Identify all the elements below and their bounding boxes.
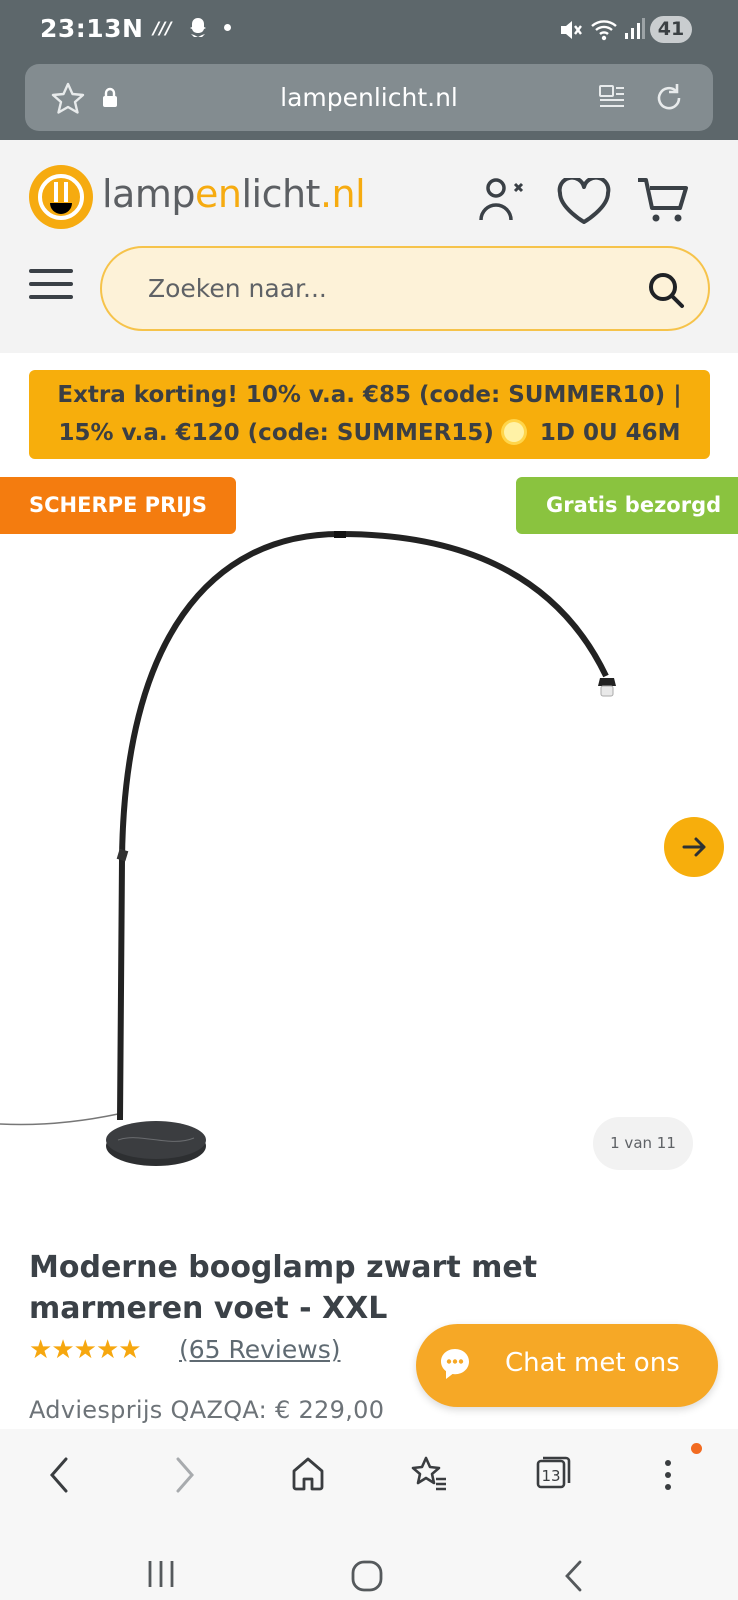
browser-address-bar: lampenlicht.nl xyxy=(0,60,738,140)
badge-free-delivery: Gratis bezorgd xyxy=(516,477,738,534)
shopping-cart-icon[interactable] xyxy=(636,176,690,228)
site-logo-text[interactable]: lampenlicht.nl xyxy=(102,172,366,216)
snapchat-icon xyxy=(186,16,210,44)
sun-icon xyxy=(503,422,524,442)
chat-label: Chat met ons xyxy=(505,1348,680,1378)
wave-notification-icon: /// xyxy=(153,19,172,39)
system-nav-bar xyxy=(0,1529,738,1600)
promo-line-2: 15% v.a. €120 (code: SUMMER15) 1D 0U 46M xyxy=(58,420,681,446)
chat-button[interactable]: Chat met ons xyxy=(416,1324,718,1407)
bookmarks-icon[interactable] xyxy=(410,1455,450,1495)
status-bar: 23:13 N /// 41 xyxy=(0,0,738,60)
status-time: 23:13 xyxy=(40,14,123,43)
home-icon[interactable] xyxy=(290,1455,326,1495)
menu-hamburger-icon[interactable] xyxy=(29,268,73,304)
product-title: Moderne booglamp zwart met marmeren voet… xyxy=(29,1250,538,1326)
more-menu-icon[interactable] xyxy=(660,1455,676,1499)
promo-line-1: Extra korting! 10% v.a. €85 (code: SUMME… xyxy=(57,382,682,408)
promo-banner[interactable]: Extra korting! 10% v.a. €85 (code: SUMME… xyxy=(29,370,710,459)
search-icon[interactable] xyxy=(646,270,686,314)
home-button-icon[interactable] xyxy=(350,1559,384,1597)
reload-icon[interactable] xyxy=(653,82,685,118)
gallery-counter: 1 van 11 xyxy=(593,1117,693,1170)
star-icon: ★ xyxy=(29,1335,53,1365)
promo-countdown: 1D 0U 46M xyxy=(539,420,681,446)
netflix-notification-icon: N xyxy=(122,14,143,43)
reader-mode-icon[interactable] xyxy=(597,82,627,116)
reviews-link[interactable]: (65 Reviews) xyxy=(179,1335,341,1364)
notification-dot-icon xyxy=(224,24,231,31)
url-field[interactable]: lampenlicht.nl xyxy=(25,64,713,131)
wishlist-heart-icon[interactable] xyxy=(556,175,612,230)
search-placeholder: Zoeken naar... xyxy=(148,274,327,303)
svg-text:13: 13 xyxy=(541,1467,560,1485)
lampenlicht-logo-icon[interactable] xyxy=(29,165,93,233)
account-icon[interactable] xyxy=(478,176,528,228)
browser-toolbar: 13 xyxy=(0,1429,738,1529)
tabs-icon[interactable]: 13 xyxy=(534,1455,572,1495)
system-back-icon[interactable] xyxy=(562,1559,586,1597)
badge-sharp-price: SCHERPE PRIJS xyxy=(0,477,236,534)
wifi-icon xyxy=(590,17,620,47)
mute-icon xyxy=(558,17,584,47)
forward-icon[interactable] xyxy=(172,1455,198,1499)
gallery-next-button[interactable] xyxy=(664,817,724,877)
search-input[interactable]: Zoeken naar... xyxy=(100,246,710,331)
rating-stars[interactable]: ★★★★★ xyxy=(29,1335,142,1365)
msrp-price: Adviesprijs QAZQA: € 229,00 xyxy=(29,1396,385,1424)
site-header: lampenlicht.nl Zoeken naar... xyxy=(0,140,738,353)
star-icon: ★ xyxy=(95,1335,120,1365)
battery-indicator: 41 xyxy=(650,16,692,43)
update-dot-icon xyxy=(691,1443,702,1454)
star-icon: ★ xyxy=(73,1335,97,1365)
back-icon[interactable] xyxy=(46,1455,72,1499)
chat-bubble-icon xyxy=(438,1346,472,1386)
star-icon: ★ xyxy=(51,1335,75,1365)
recent-apps-icon[interactable] xyxy=(144,1559,178,1593)
signal-icon xyxy=(624,17,646,45)
arrow-right-icon xyxy=(682,837,706,857)
star-icon: ★ xyxy=(118,1335,142,1365)
product-image[interactable] xyxy=(0,520,738,1180)
